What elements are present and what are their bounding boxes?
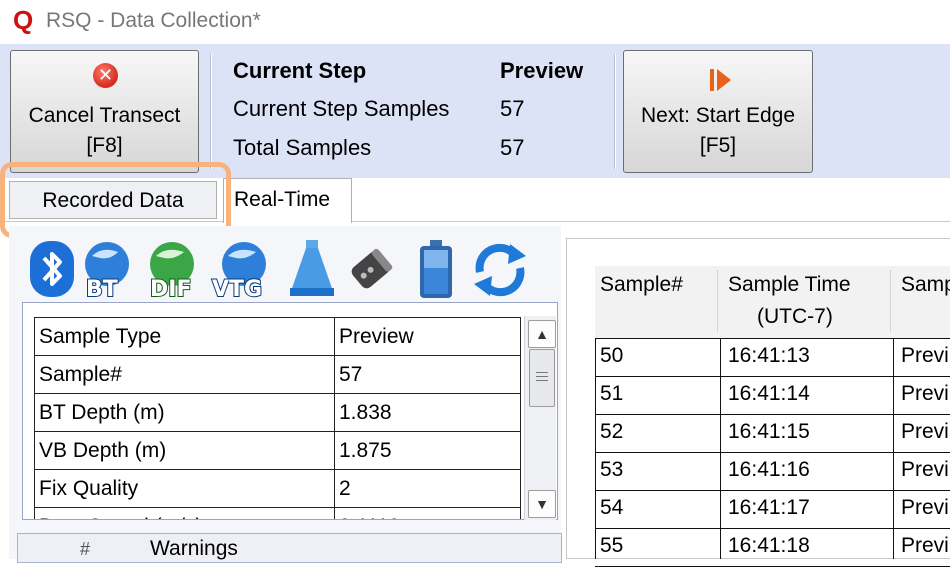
cancel-button-shortcut: [F8] [86, 134, 123, 157]
column-separator [717, 270, 718, 332]
scroll-up-icon[interactable]: ▲ [528, 320, 556, 348]
properties-scrollbar[interactable]: ▲ ▼ [524, 316, 556, 520]
sample-type-cell: Previ [901, 382, 949, 405]
sample-time-cell: 16:41:14 [728, 382, 810, 405]
sample-type-cell: Previ [901, 534, 949, 557]
cancel-x-icon: ✕ [93, 63, 118, 88]
column-gridline [720, 338, 721, 559]
property-value: 2 [334, 469, 521, 508]
row-gridline [595, 338, 950, 339]
total-samples-label: Total Samples [233, 135, 372, 160]
property-name: VB Depth (m) [34, 431, 335, 470]
property-value: 0.1119 [334, 507, 521, 519]
scroll-thumb[interactable] [529, 349, 555, 407]
property-row[interactable]: VB Depth (m) 1.875 [34, 431, 521, 470]
sample-number-cell: 53 [600, 458, 624, 481]
property-value: Preview [334, 317, 521, 356]
sample-time-cell: 16:41:18 [728, 534, 810, 557]
property-row[interactable]: Sample Type Preview [34, 317, 521, 356]
row-gridline [595, 528, 950, 529]
column-header-sample-type: Samp [901, 273, 950, 296]
warnings-col-title: Warnings [150, 537, 238, 560]
sonar-beam-icon[interactable] [286, 238, 338, 300]
bt-globe-icon[interactable]: BT [80, 238, 130, 300]
property-row[interactable]: Boat Speed (m/s)0.1119 [34, 507, 521, 519]
battery-icon[interactable] [412, 238, 460, 300]
column-gridline [595, 338, 596, 559]
toolbar-separator-2 [614, 54, 616, 169]
property-row[interactable]: Fix Quality 2 [34, 469, 521, 508]
transducer-icon[interactable] [346, 238, 398, 300]
next-button-label: Next: Start Edge [640, 104, 796, 127]
toolbar-separator [210, 54, 212, 169]
sample-number-cell: 52 [600, 420, 624, 443]
current-step-label: Current Step [233, 58, 367, 83]
next-start-edge-button[interactable]: Next: Start Edge [F5] [623, 50, 813, 173]
column-header-sample-time-zone: (UTC-7) [757, 305, 833, 328]
next-button-shortcut: [F5] [699, 134, 737, 157]
next-step-icon [710, 69, 731, 91]
properties-table: Sample Type Preview Sample# 57 BT Depth (m) 1… [34, 317, 521, 519]
vtg-globe-icon[interactable]: VTG [204, 238, 280, 300]
step-samples-label: Current Step Samples [233, 96, 450, 121]
column-header-sample-time: Sample Time [728, 273, 851, 296]
step-samples-value: 57 [500, 96, 525, 121]
bluetooth-icon[interactable] [28, 238, 76, 300]
row-gridline [595, 452, 950, 453]
column-header-sample-number: Sample# [600, 273, 683, 296]
current-step-value: Preview [500, 58, 584, 83]
app-logo-icon: Q [13, 5, 34, 35]
bt-icon-label: BT [86, 277, 118, 300]
sample-type-cell: Previ [901, 344, 949, 367]
scroll-down-icon[interactable]: ▼ [528, 490, 556, 518]
property-value: 1.838 [334, 393, 521, 432]
column-separator [890, 270, 891, 332]
refresh-icon[interactable] [470, 238, 530, 300]
sample-number-cell: 51 [600, 382, 624, 405]
column-gridline [893, 338, 894, 559]
dif-icon-label: DIF [150, 277, 191, 300]
tab-real-time[interactable]: Real-Time [223, 178, 352, 223]
property-name: Sample# [34, 355, 335, 394]
property-value: 57 [334, 355, 521, 394]
sample-time-cell: 16:41:16 [728, 458, 810, 481]
sample-number-cell: 50 [600, 344, 624, 367]
sample-time-cell: 16:41:13 [728, 344, 810, 367]
sample-type-cell: Previ [901, 420, 949, 443]
row-gridline [595, 414, 950, 415]
sample-type-cell: Previ [901, 496, 949, 519]
row-gridline [595, 376, 950, 377]
property-row[interactable]: Sample# 57 [34, 355, 521, 394]
warnings-col-hash: # [80, 539, 91, 559]
property-row[interactable]: BT Depth (m) 1.838 [34, 393, 521, 432]
window-title: RSQ - Data Collection* [46, 9, 261, 32]
cancel-button-label: Cancel Transect [28, 104, 181, 127]
sample-type-cell: Previ [901, 458, 949, 481]
property-name: BT Depth (m) [34, 393, 335, 432]
sample-time-cell: 16:41:17 [728, 496, 810, 519]
sample-number-cell: 55 [600, 534, 624, 557]
property-name: Sample Type [34, 317, 335, 356]
cancel-transect-button[interactable]: ✕ Cancel Transect [F8] [10, 50, 199, 173]
dif-globe-icon[interactable]: DIF [132, 238, 214, 300]
properties-grid: Sample Type Preview Sample# 57 BT Depth (m) 1… [22, 302, 558, 520]
property-name: Fix Quality [34, 469, 335, 508]
sample-time-cell: 16:41:15 [728, 420, 810, 443]
row-gridline [595, 490, 950, 491]
property-value: 1.875 [334, 431, 521, 470]
sample-number-cell: 54 [600, 496, 624, 519]
property-name: Boat Speed (m/s) [34, 507, 335, 519]
total-samples-value: 57 [500, 135, 525, 160]
vtg-icon-label: VTG [212, 277, 262, 300]
